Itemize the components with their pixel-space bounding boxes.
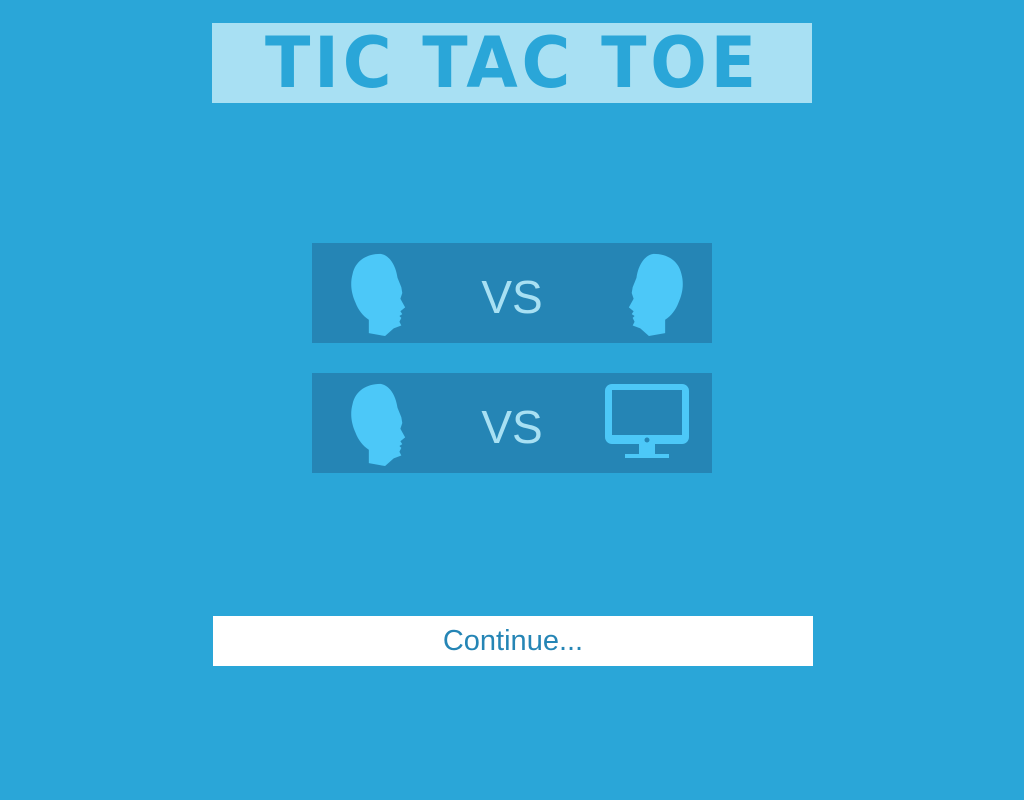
player-vs-player-button[interactable]: VS	[312, 243, 712, 343]
game-title: TIC TAC TOE	[264, 22, 760, 104]
human-head-icon	[602, 251, 692, 337]
vs-label: VS	[481, 401, 543, 453]
main-menu-screen: TIC TAC TOE VS VS Continue...	[0, 0, 1024, 800]
vs-label: VS	[481, 271, 543, 323]
continue-button[interactable]: Continue...	[213, 616, 813, 666]
human-head-icon	[342, 381, 432, 467]
title-banner: TIC TAC TOE	[212, 23, 812, 103]
human-head-icon	[342, 251, 432, 337]
computer-monitor-icon	[602, 381, 692, 467]
player-vs-computer-button[interactable]: VS	[312, 373, 712, 473]
